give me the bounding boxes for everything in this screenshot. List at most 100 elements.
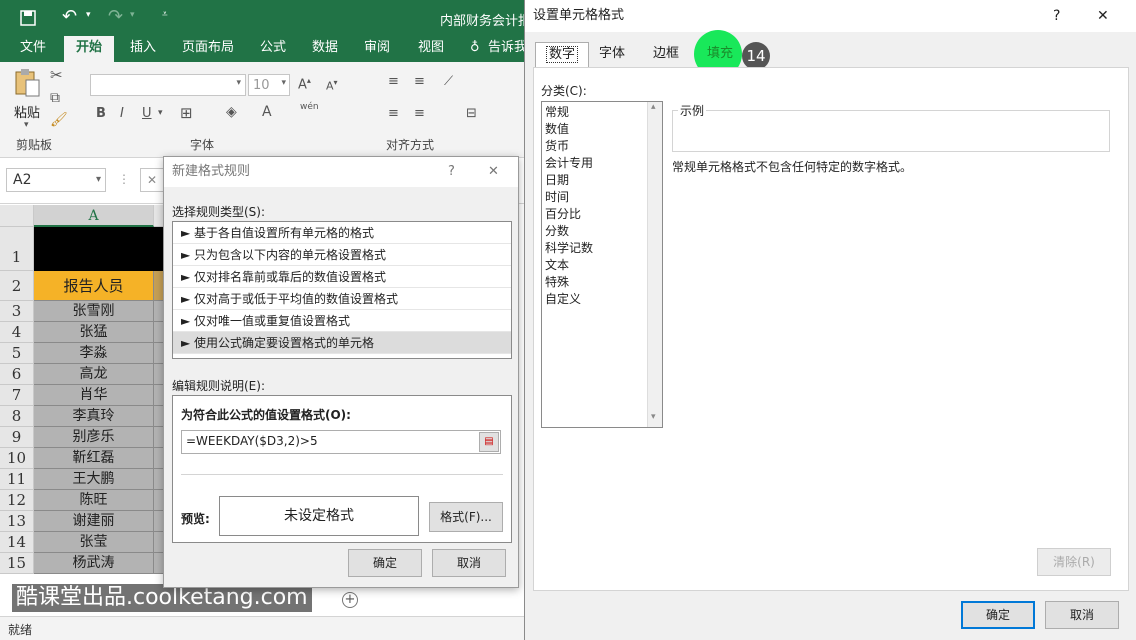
undo-dropdown-icon[interactable]: ▾ (86, 10, 91, 20)
align-middle-icon[interactable]: ≡ (414, 74, 425, 89)
scroll-down-icon[interactable]: ▾ (651, 412, 656, 422)
format-painter-icon[interactable]: 🖌 (50, 112, 68, 128)
category-item[interactable]: 分数 (542, 223, 662, 240)
category-item[interactable]: 科学记数 (542, 240, 662, 257)
tab-view[interactable]: 视图 (406, 36, 456, 62)
title-row-cell[interactable] (34, 227, 164, 271)
category-item[interactable]: 文本 (542, 257, 662, 274)
ok-button[interactable]: 确定 (348, 549, 422, 577)
select-all-corner[interactable] (0, 205, 34, 227)
name-cell[interactable]: 陈旺 (34, 490, 154, 511)
redo-icon[interactable]: ↷ (108, 6, 123, 27)
name-cell[interactable]: 高龙 (34, 364, 154, 385)
collapse-dialog-icon[interactable]: ▤ (479, 432, 499, 452)
row-header[interactable]: 8 (0, 406, 34, 427)
formula-input[interactable]: =WEEKDAY($D3,2)>5 ▤ (181, 430, 501, 454)
row-header[interactable]: 14 (0, 532, 34, 553)
category-item[interactable]: 日期 (542, 172, 662, 189)
tab-number[interactable]: 数字 (535, 42, 590, 68)
font-color-icon[interactable]: A (262, 104, 272, 120)
align-top-icon[interactable]: ≡ (388, 74, 399, 89)
close-icon[interactable]: ✕ (1097, 0, 1109, 32)
tab-fill[interactable]: 填充 (697, 42, 743, 68)
rule-type-item[interactable]: ► 仅对排名靠前或靠后的数值设置格式 (173, 266, 511, 288)
name-cell[interactable]: 李真玲 (34, 406, 154, 427)
column-header-a[interactable]: A (34, 205, 154, 227)
tab-review[interactable]: 审阅 (352, 36, 402, 62)
increase-font-icon[interactable]: A▴ (298, 76, 311, 92)
align-left-icon[interactable]: ≡ (388, 106, 399, 121)
tab-insert[interactable]: 插入 (118, 36, 168, 62)
category-item[interactable]: 货币 (542, 138, 662, 155)
cut-icon[interactable]: ✂ (50, 66, 63, 84)
rule-type-item[interactable]: ► 基于各自值设置所有单元格的格式 (173, 222, 511, 244)
row-header[interactable]: 11 (0, 469, 34, 490)
italic-button[interactable]: I (120, 106, 124, 121)
rule-type-item[interactable]: ► 只为包含以下内容的单元格设置格式 (173, 244, 511, 266)
font-size-dropdown[interactable]: 10 ▾ (248, 74, 290, 96)
tab-data[interactable]: 数据 (300, 36, 350, 62)
category-item[interactable]: 数值 (542, 121, 662, 138)
copy-icon[interactable]: ⧉ (50, 90, 60, 106)
name-cell[interactable]: 杨武涛 (34, 553, 154, 574)
row-header[interactable]: 7 (0, 385, 34, 406)
format-button[interactable]: 格式(F)... (429, 502, 503, 532)
name-cell[interactable]: 王大鹏 (34, 469, 154, 490)
category-item[interactable]: 会计专用 (542, 155, 662, 172)
redo-dropdown-icon[interactable]: ▾ (130, 10, 135, 20)
name-cell[interactable]: 肖华 (34, 385, 154, 406)
row-header[interactable]: 2 (0, 271, 34, 301)
help-button[interactable]: ? (448, 157, 455, 187)
name-cell[interactable]: 张雪刚 (34, 301, 154, 322)
rule-type-item[interactable]: ► 仅对高于或低于平均值的数值设置格式 (173, 288, 511, 310)
close-icon[interactable]: ✕ (488, 157, 499, 187)
name-cell[interactable]: 谢建丽 (34, 511, 154, 532)
name-cell[interactable]: 张猛 (34, 322, 154, 343)
scrollbar[interactable]: ▴ ▾ (647, 102, 662, 427)
name-cell[interactable]: 李淼 (34, 343, 154, 364)
row-header[interactable]: 5 (0, 343, 34, 364)
category-item[interactable]: 百分比 (542, 206, 662, 223)
name-cell[interactable]: 别彦乐 (34, 427, 154, 448)
row-header[interactable]: 13 (0, 511, 34, 532)
name-cell[interactable]: 靳红磊 (34, 448, 154, 469)
save-icon[interactable] (18, 8, 38, 28)
row-header[interactable]: 12 (0, 490, 34, 511)
orientation-icon[interactable]: ⟋ (444, 74, 453, 89)
category-item[interactable]: 自定义 (542, 291, 662, 308)
paste-icon[interactable] (14, 68, 40, 98)
tab-border[interactable]: 边框 (643, 42, 689, 68)
row-header[interactable]: 3 (0, 301, 34, 322)
help-button[interactable]: ? (1053, 0, 1060, 32)
cancel-button[interactable]: 取消 (432, 549, 506, 577)
fill-color-icon[interactable]: ◈ (226, 104, 237, 120)
row-header[interactable]: 9 (0, 427, 34, 448)
tab-home[interactable]: 开始 (64, 36, 115, 62)
row-header[interactable]: 4 (0, 322, 34, 343)
name-box[interactable]: A2 ▾ (6, 168, 106, 192)
merge-cells-icon[interactable]: ⊟ (466, 106, 477, 121)
cancel-formula-icon[interactable]: ✕ (140, 168, 164, 192)
underline-dropdown-icon[interactable]: ▾ (158, 108, 163, 118)
customize-toolbar-icon[interactable]: ⩡ (162, 9, 168, 20)
tab-file[interactable]: 文件 (8, 36, 58, 62)
font-name-dropdown[interactable]: ▾ (90, 74, 246, 96)
row-header[interactable]: 6 (0, 364, 34, 385)
category-item[interactable]: 常规 (542, 104, 662, 121)
row-header[interactable]: 10 (0, 448, 34, 469)
tab-formulas[interactable]: 公式 (248, 36, 298, 62)
row-header[interactable]: 15 (0, 553, 34, 574)
ok-button[interactable]: 确定 (961, 601, 1035, 629)
rule-type-item-selected[interactable]: ► 使用公式确定要设置格式的单元格 (173, 332, 511, 354)
category-item[interactable]: 时间 (542, 189, 662, 206)
tab-font[interactable]: 字体 (589, 42, 635, 68)
scroll-up-icon[interactable]: ▴ (651, 102, 656, 112)
category-item[interactable]: 特殊 (542, 274, 662, 291)
add-sheet-icon[interactable]: + (342, 592, 358, 608)
row-header-1[interactable]: 1 (0, 227, 34, 271)
phonetic-button[interactable]: wén (300, 102, 319, 112)
rule-type-item[interactable]: ► 仅对唯一值或重复值设置格式 (173, 310, 511, 332)
tab-page-layout[interactable]: 页面布局 (170, 36, 246, 62)
cancel-button[interactable]: 取消 (1045, 601, 1119, 629)
name-cell[interactable]: 张莹 (34, 532, 154, 553)
